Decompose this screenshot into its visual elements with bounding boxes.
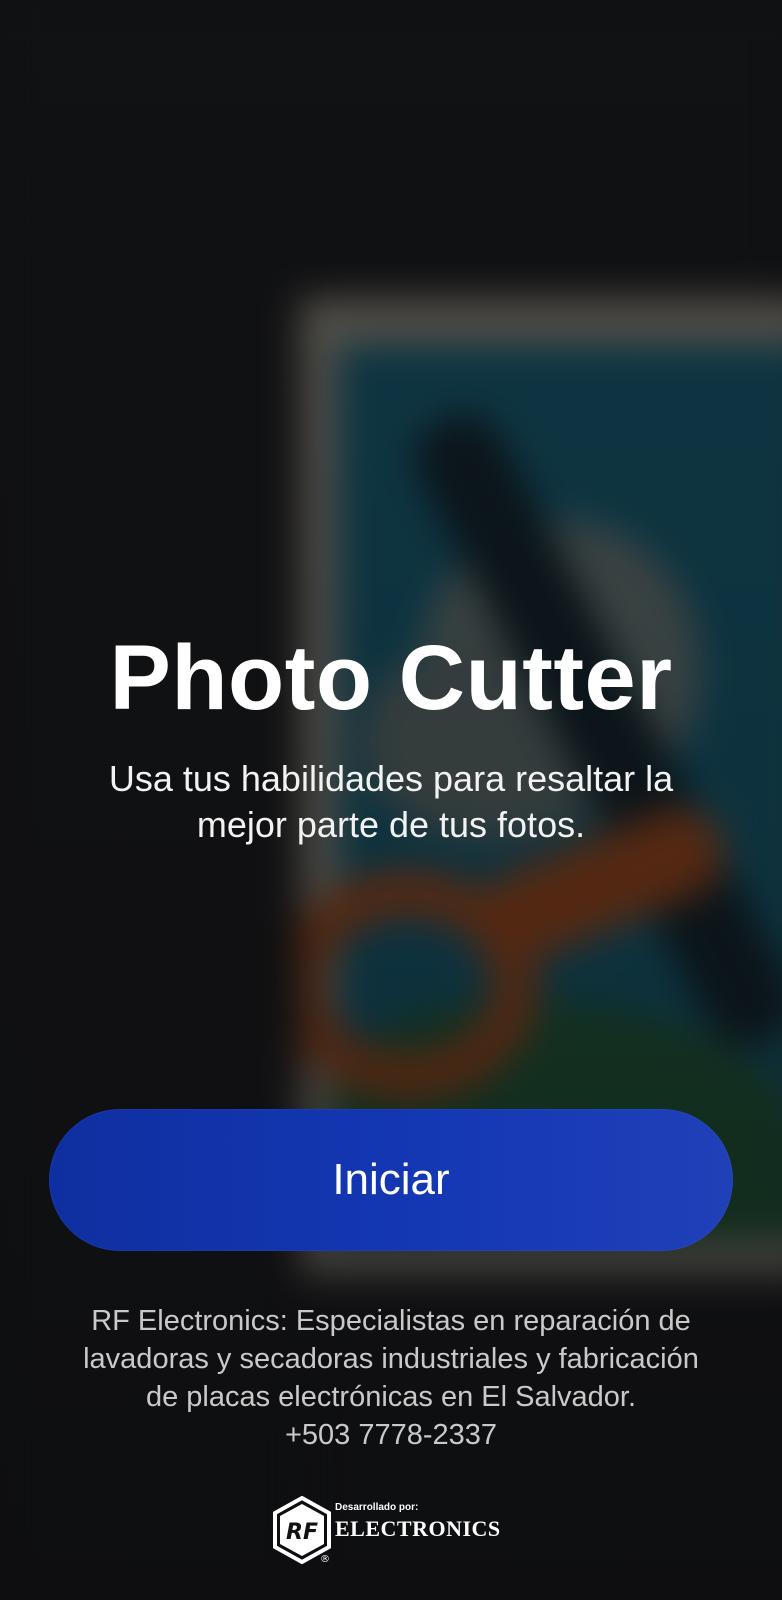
footer-phone: +503 7778-2337 bbox=[284, 1419, 498, 1451]
start-button[interactable]: Iniciar bbox=[49, 1109, 733, 1251]
footer-line-company: RF Electronics: Especialistas en reparac… bbox=[91, 1305, 691, 1337]
app-title: Photo Cutter bbox=[109, 627, 673, 729]
registered-mark: ® bbox=[320, 1554, 330, 1564]
developer-brand: RF ® Desarrollado por: ELECTRONICS bbox=[271, 1494, 511, 1566]
footer-line-services: lavadoras y secadoras industriales y fab… bbox=[83, 1343, 699, 1375]
app-subtitle: Usa tus habilidades para resaltar la mej… bbox=[108, 758, 674, 845]
logo-text: RF bbox=[286, 1520, 318, 1545]
footer-line-location: de placas electrónicas en El Salvador. bbox=[145, 1381, 637, 1413]
footer-info: RF Electronics: Especialistas en reparac… bbox=[30, 1302, 752, 1454]
splash-screen: Photo Cutter Usa tus habilidades para re… bbox=[0, 0, 782, 1600]
rf-hexagon-logo-icon: RF ® bbox=[273, 1496, 331, 1564]
developed-by-label: Desarrollado por: bbox=[335, 1502, 419, 1513]
brand-name: ELECTRONICS bbox=[335, 1516, 501, 1541]
